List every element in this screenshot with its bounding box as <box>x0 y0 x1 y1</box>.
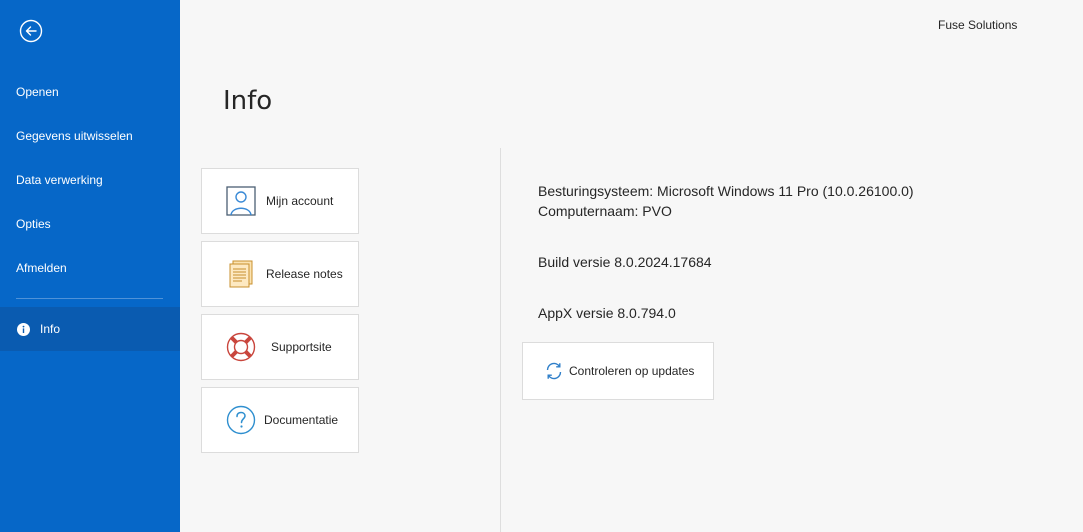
documentatie-tile[interactable]: Documentatie <box>201 387 359 453</box>
sidebar-item-opties[interactable]: Opties <box>0 204 180 244</box>
lifebuoy-icon <box>226 332 256 362</box>
sidebar: Openen Gegevens uitwisselen Data verwerk… <box>0 0 180 532</box>
tile-label: Documentatie <box>264 413 339 427</box>
os-info: Besturingsysteem: Microsoft Windows 11 P… <box>538 183 914 199</box>
company-name: Fuse Solutions <box>938 18 1018 32</box>
release-notes-tile[interactable]: Release notes <box>201 241 359 307</box>
back-button[interactable] <box>19 19 43 43</box>
release-notes-icon <box>229 260 253 288</box>
back-arrow-icon <box>19 19 43 43</box>
appx-version: AppX versie 8.0.794.0 <box>538 305 676 321</box>
sidebar-item-label: Afmelden <box>16 261 67 275</box>
sidebar-item-afmelden[interactable]: Afmelden <box>0 248 180 288</box>
page-title: Info <box>223 86 273 116</box>
check-updates-label: Controleren op updates <box>569 364 695 378</box>
my-account-tile[interactable]: Mijn account <box>201 168 359 234</box>
sidebar-item-label: Openen <box>16 85 59 99</box>
build-version: Build versie 8.0.2024.17684 <box>538 254 712 270</box>
supportsite-tile[interactable]: Supportsite <box>201 314 359 380</box>
check-updates-button[interactable]: Controleren op updates <box>522 342 714 400</box>
sidebar-item-data-verwerking[interactable]: Data verwerking <box>0 160 180 200</box>
tile-label: Release notes <box>266 267 343 281</box>
tile-label: Mijn account <box>266 194 334 208</box>
sidebar-item-gegevens-uitwisselen[interactable]: Gegevens uitwisselen <box>0 116 180 156</box>
tile-label: Supportsite <box>271 340 332 354</box>
sidebar-item-openen[interactable]: Openen <box>0 72 180 112</box>
computer-name: Computernaam: PVO <box>538 203 672 219</box>
sidebar-item-info[interactable]: Info <box>0 307 180 351</box>
vertical-divider <box>500 148 501 532</box>
info-icon <box>17 323 30 336</box>
sidebar-item-label: Opties <box>16 217 51 231</box>
sidebar-item-label: Data verwerking <box>16 173 103 187</box>
sidebar-item-label: Info <box>40 322 61 336</box>
account-icon <box>226 186 256 216</box>
sidebar-divider <box>16 298 163 299</box>
sidebar-item-label: Gegevens uitwisselen <box>16 129 133 143</box>
help-icon <box>226 405 256 435</box>
refresh-icon <box>546 362 562 380</box>
